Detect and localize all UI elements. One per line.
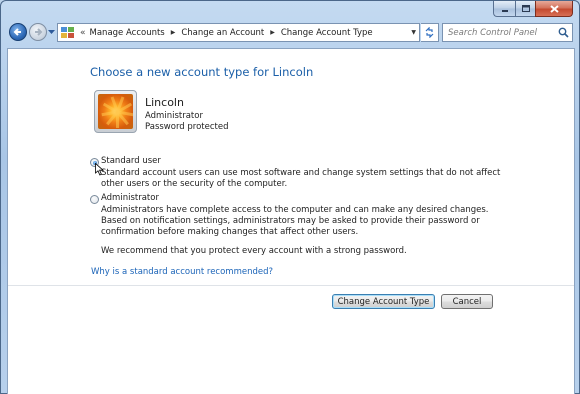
close-icon <box>549 4 559 13</box>
refresh-button[interactable] <box>421 23 439 42</box>
breadcrumb-change-account-type[interactable]: Change Account Type <box>281 28 373 38</box>
recent-pages-button[interactable] <box>48 29 55 37</box>
account-name: Lincoln <box>145 96 184 109</box>
search-icon[interactable] <box>558 27 569 38</box>
breadcrumb-manage-accounts[interactable]: Manage Accounts <box>90 28 165 38</box>
window-frame: « Manage Accounts ▶ Change an Account ▶ … <box>0 0 580 394</box>
back-arrow-icon <box>13 28 21 36</box>
mouse-cursor-icon <box>95 163 104 176</box>
cancel-button[interactable]: Cancel <box>441 294 493 309</box>
administrator-radio[interactable] <box>90 195 99 204</box>
account-type: Administrator <box>145 111 203 121</box>
standard-user-label[interactable]: Standard user <box>101 156 161 166</box>
chevron-down-icon <box>48 30 55 34</box>
maximize-button[interactable] <box>515 1 535 17</box>
breadcrumb-overflow[interactable]: « <box>80 28 86 38</box>
search-input[interactable] <box>443 24 553 41</box>
administrator-description: Administrators have complete access to t… <box>101 205 489 237</box>
breadcrumb-arrow-icon[interactable]: ▶ <box>171 29 176 36</box>
main-content: Choose a new account type for Lincoln Li… <box>7 48 575 394</box>
minimize-icon <box>501 9 508 12</box>
close-button[interactable] <box>535 1 573 17</box>
breadcrumb-arrow-icon[interactable]: ▶ <box>270 29 275 36</box>
forward-arrow-icon <box>35 28 43 36</box>
address-dropdown-icon[interactable]: ▼ <box>411 29 416 36</box>
administrator-label[interactable]: Administrator <box>101 193 159 203</box>
account-password-status: Password protected <box>145 122 229 132</box>
avatar <box>94 90 137 133</box>
breadcrumb-change-an-account[interactable]: Change an Account <box>181 28 264 38</box>
standard-account-help-link[interactable]: Why is a standard account recommended? <box>91 267 273 277</box>
address-bar[interactable]: « Manage Accounts ▶ Change an Account ▶ … <box>57 23 420 42</box>
flower-picture-icon <box>98 94 133 129</box>
standard-user-description: Standard account users can use most soft… <box>101 168 501 189</box>
divider <box>8 285 574 286</box>
navigation-bar: « Manage Accounts ▶ Change an Account ▶ … <box>7 19 575 45</box>
refresh-icon <box>425 27 434 38</box>
page-title: Choose a new account type for Lincoln <box>90 65 314 79</box>
minimize-button[interactable] <box>493 1 515 17</box>
password-recommendation: We recommend that you protect every acco… <box>101 246 407 256</box>
search-box[interactable] <box>442 23 573 42</box>
control-panel-icon <box>61 26 75 39</box>
forward-button[interactable] <box>29 23 47 41</box>
caption-buttons <box>493 1 573 17</box>
maximize-icon <box>521 5 530 12</box>
change-account-type-button[interactable]: Change Account Type <box>332 294 435 309</box>
back-button[interactable] <box>9 23 27 41</box>
